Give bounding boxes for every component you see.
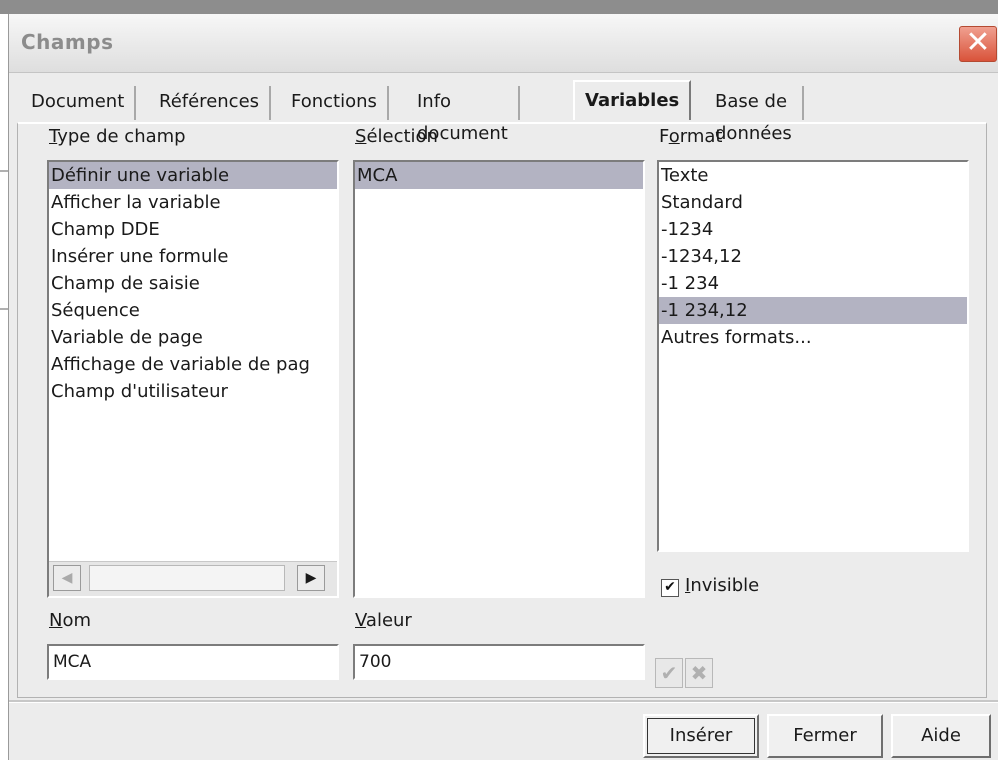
scroll-right-icon[interactable]: ▶ (297, 565, 325, 591)
list-item[interactable]: Standard (659, 189, 967, 216)
list-item[interactable]: Afficher la variable (49, 189, 337, 216)
list-item[interactable]: Autres formats... (659, 324, 967, 351)
list-item[interactable]: Variable de page (49, 324, 337, 351)
scrollbar-track[interactable] (89, 565, 285, 591)
list-item[interactable]: Séquence (49, 297, 337, 324)
tab-fonctions[interactable]: Fonctions (281, 86, 389, 120)
list-item[interactable]: -1 234,12 (659, 297, 967, 324)
list-item[interactable]: Affichage de variable de pag (49, 351, 337, 378)
list-item[interactable]: Champ de saisie (49, 270, 337, 297)
background-window-strip (0, 0, 998, 14)
valeur-field[interactable]: 700 (353, 644, 645, 680)
nom-field[interactable]: MCA (47, 644, 339, 680)
footer-separator (9, 700, 998, 703)
format-list[interactable]: Texte Standard -1234 -1234,12 -1 234 -1 … (657, 160, 969, 552)
type-de-champ-label: Type de champ (49, 126, 186, 147)
list-item[interactable]: Insérer une formule (49, 243, 337, 270)
fields-dialog: Champs ✕ Document Références Fonctions I… (8, 14, 998, 760)
tab-document[interactable]: Document (21, 86, 137, 120)
insert-button[interactable]: Insérer (643, 714, 759, 758)
invisible-checkbox[interactable]: ✔ (661, 579, 679, 597)
close-icon[interactable]: ✕ (959, 26, 997, 62)
selection-label: Sélection (355, 126, 438, 147)
dialog-title: Champs (21, 30, 114, 54)
selection-list[interactable]: MCA (353, 160, 645, 598)
tab-info-document[interactable]: Info document (407, 86, 520, 144)
invisible-label[interactable]: Invisible (685, 575, 759, 596)
tab-base-de-donnees[interactable]: Base de données (705, 86, 804, 144)
list-item[interactable]: Champ DDE (49, 216, 337, 243)
close-button[interactable]: Fermer (767, 714, 883, 758)
tab-variables[interactable]: Variables (573, 80, 692, 120)
list-item[interactable]: Champ d'utilisateur (49, 378, 337, 405)
list-item[interactable]: -1234,12 (659, 243, 967, 270)
format-label: Format (659, 126, 723, 147)
list-item[interactable]: -1234 (659, 216, 967, 243)
valeur-label: Valeur (355, 610, 412, 631)
title-bar[interactable]: Champs ✕ (9, 14, 998, 73)
delete-icon[interactable]: ✖ (685, 658, 713, 688)
horizontal-scrollbar[interactable]: ◀ ▶ (49, 561, 337, 596)
help-button[interactable]: Aide (891, 714, 991, 758)
nom-label: Nom (49, 610, 92, 631)
background-divider (0, 308, 8, 310)
list-item[interactable]: Texte (659, 162, 967, 189)
list-item[interactable]: Définir une variable (49, 162, 337, 189)
scroll-left-icon[interactable]: ◀ (53, 565, 81, 591)
list-item[interactable]: -1 234 (659, 270, 967, 297)
background-divider (0, 170, 8, 172)
tab-references[interactable]: Références (149, 86, 272, 120)
apply-icon[interactable]: ✔ (655, 658, 683, 688)
list-item[interactable]: MCA (355, 162, 643, 189)
type-de-champ-list[interactable]: Définir une variable Afficher la variabl… (47, 160, 339, 598)
